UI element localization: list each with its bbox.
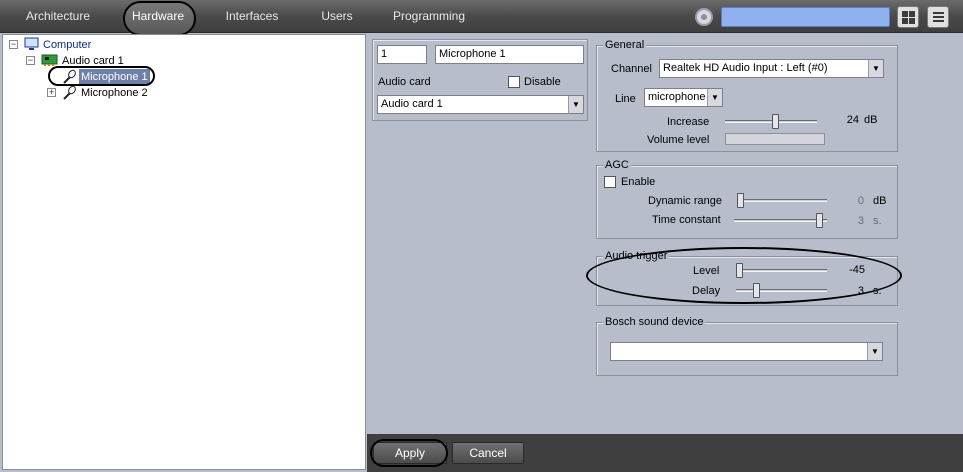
delay-value: 3 xyxy=(857,285,864,297)
agc-enable-checkbox[interactable] xyxy=(604,176,616,188)
line-label: Line xyxy=(615,93,636,105)
tab-interfaces[interactable]: Interfaces xyxy=(218,0,286,33)
menu-icon xyxy=(933,12,944,22)
chevron-down-icon: ▼ xyxy=(568,96,583,113)
increase-slider-thumb[interactable] xyxy=(772,114,779,129)
settings-gear-icon[interactable] xyxy=(695,8,713,26)
volume-level-meter xyxy=(725,133,825,145)
level-slider-thumb[interactable] xyxy=(736,263,743,278)
audio-card-select-value: Audio card 1 xyxy=(381,98,443,110)
device-id-field[interactable]: 1 xyxy=(377,45,427,64)
chevron-down-icon: ▼ xyxy=(868,60,883,77)
agc-title: AGC xyxy=(603,159,631,172)
device-box: 1 Microphone 1 Audio card Disable Audio … xyxy=(372,39,588,121)
collapse-toggle[interactable]: − xyxy=(26,56,35,65)
dynamic-range-label: Dynamic range xyxy=(648,195,722,207)
disable-checkbox[interactable] xyxy=(508,76,520,88)
time-constant-slider-thumb[interactable] xyxy=(816,213,823,228)
tab-hardware[interactable]: Hardware xyxy=(124,0,192,33)
tree-node-microphone-1[interactable]: Microphone 1 xyxy=(79,69,150,85)
apply-button[interactable]: Apply xyxy=(373,442,447,464)
line-select[interactable]: microphone ▼ xyxy=(644,88,723,107)
audio-card-select[interactable]: Audio card 1 ▼ xyxy=(377,95,584,114)
device-name-field[interactable]: Microphone 1 xyxy=(435,45,584,64)
audio-trigger-group: Audio trigger Level -45 Delay 3 s. xyxy=(596,250,898,306)
channel-label: Channel xyxy=(611,63,652,75)
time-constant-label: Time constant xyxy=(652,214,721,226)
hardware-tree: − Computer − Audio card 1 Microphone 1 +… xyxy=(2,34,366,470)
layout-grid-button[interactable] xyxy=(897,6,919,28)
properties-panel: 1 Microphone 1 Audio card Disable Audio … xyxy=(367,34,963,434)
bosch-sound-title: Bosch sound device xyxy=(603,316,706,329)
increase-slider[interactable] xyxy=(725,114,817,129)
audio-trigger-title: Audio trigger xyxy=(603,250,670,263)
delay-slider-thumb[interactable] xyxy=(753,283,760,298)
increase-unit: dB xyxy=(864,114,878,126)
time-constant-slider[interactable] xyxy=(734,213,827,228)
tab-programming[interactable]: Programming xyxy=(388,0,470,33)
agc-enable-label: Enable xyxy=(621,176,656,188)
dynamic-range-unit: dB xyxy=(873,195,887,207)
chevron-down-icon: ▼ xyxy=(707,89,722,106)
channel-select[interactable]: Realtek HD Audio Input : Left (#0) ▼ xyxy=(659,59,884,78)
chevron-down-icon: ▼ xyxy=(867,343,882,360)
dynamic-range-value: 0 xyxy=(857,195,864,207)
collapse-toggle[interactable]: − xyxy=(9,40,18,49)
tab-users[interactable]: Users xyxy=(312,0,362,33)
tree-node-computer[interactable]: Computer xyxy=(43,37,91,53)
delay-slider[interactable] xyxy=(736,283,827,298)
increase-label: Increase xyxy=(667,116,710,128)
bosch-sound-select[interactable]: ▼ xyxy=(610,342,883,361)
volume-level-label: Volume level xyxy=(647,134,710,146)
delay-label: Delay xyxy=(692,285,721,297)
level-slider[interactable] xyxy=(736,263,827,278)
audio-card-label: Audio card xyxy=(378,76,431,88)
tree-node-microphone-2[interactable]: Microphone 2 xyxy=(81,85,148,101)
menu-button[interactable] xyxy=(927,6,949,28)
dynamic-range-slider-thumb[interactable] xyxy=(737,193,744,208)
bosch-sound-group: Bosch sound device ▼ xyxy=(596,316,898,376)
action-bar: Apply Cancel xyxy=(367,434,963,472)
disable-label: Disable xyxy=(524,76,561,88)
expand-toggle[interactable]: + xyxy=(47,88,56,97)
tab-architecture[interactable]: Architecture xyxy=(18,0,98,33)
level-label: Level xyxy=(693,265,720,277)
tree-node-audio-card[interactable]: Audio card 1 xyxy=(62,53,124,69)
channel-select-value: Realtek HD Audio Input : Left (#0) xyxy=(663,62,828,74)
level-value: -45 xyxy=(849,264,865,276)
top-toolbar: Architecture Hardware Interfaces Users P… xyxy=(0,0,963,36)
cancel-button[interactable]: Cancel xyxy=(452,442,524,464)
audio-card-icon xyxy=(41,54,58,66)
dynamic-range-slider[interactable] xyxy=(737,193,827,208)
line-select-value: microphone xyxy=(648,91,706,103)
increase-value: 24 xyxy=(846,114,859,126)
microphone-icon xyxy=(63,69,76,84)
search-input[interactable] xyxy=(721,7,890,27)
delay-unit: s. xyxy=(873,285,882,297)
grid-icon xyxy=(902,11,915,24)
time-constant-unit: s. xyxy=(873,215,882,227)
monitor-icon xyxy=(24,37,39,50)
time-constant-value: 3 xyxy=(857,215,864,227)
general-title: General xyxy=(603,39,647,52)
agc-group: AGC Enable Dynamic range 0 dB Time const… xyxy=(596,159,898,239)
microphone-icon xyxy=(63,85,76,100)
general-group: General Channel Realtek HD Audio Input :… xyxy=(596,39,898,152)
